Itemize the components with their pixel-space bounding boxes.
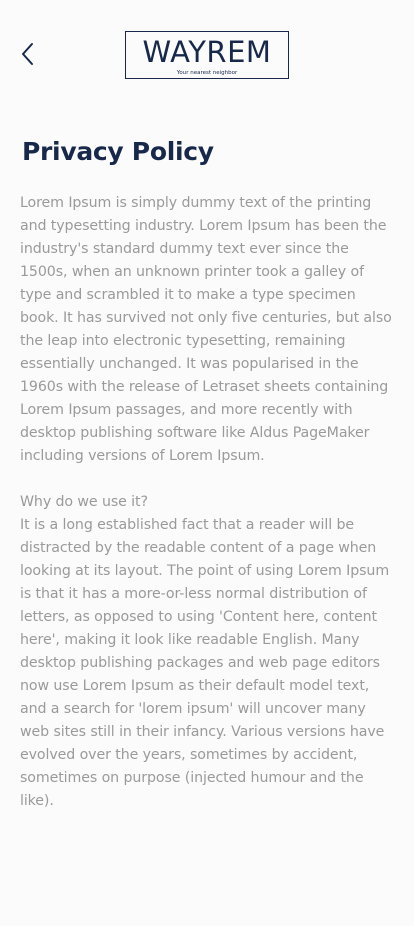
page-title: Privacy Policy [22,137,214,166]
wayrem-logo: WAYREM Your nearest neighbor [125,31,289,79]
policy-paragraph-2: It is a long established fact that a rea… [20,517,390,809]
section-heading: Why do we use it? [20,494,148,510]
policy-paragraph-1: Lorem Ipsum is simply dummy text of the … [20,195,392,464]
privacy-policy-screen: WAYREM Your nearest neighbor Privacy Pol… [0,0,414,926]
policy-body: Lorem Ipsum is simply dummy text of the … [20,192,396,813]
chevron-left-icon [22,43,33,65]
logo-wordmark: WAYREM [142,35,272,69]
back-button[interactable] [12,38,44,70]
logo-tagline: Your nearest neighbor [176,70,238,76]
